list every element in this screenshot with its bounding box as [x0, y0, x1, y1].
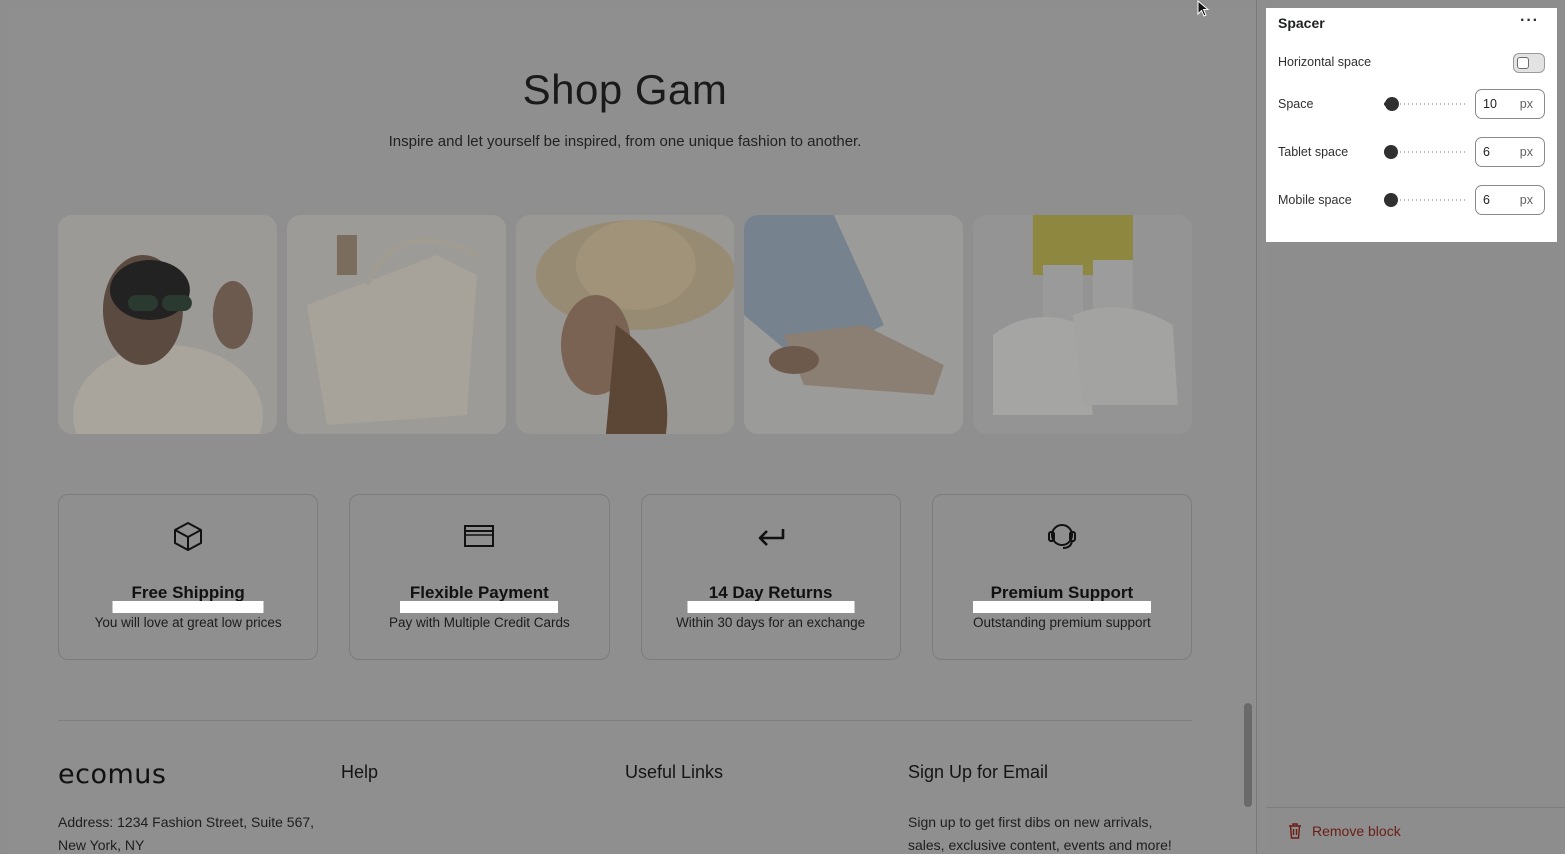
page-title: Shop Gam: [522, 66, 728, 113]
horizontal-space-label: Horizontal space: [1278, 55, 1372, 69]
box-icon: [174, 522, 203, 551]
remove-block-label: Remove block: [1312, 823, 1401, 839]
unit-label: px: [1519, 193, 1533, 207]
redaction-bar: [687, 601, 855, 613]
headset-icon: [1047, 524, 1076, 549]
credit-card-icon: [464, 525, 495, 547]
footer-address: Address: 1234 Fashion Street, Suite 567,…: [58, 811, 314, 854]
feature-title: 14 Day Returns: [708, 583, 833, 602]
footer-heading-useful-links[interactable]: Useful Links: [625, 762, 723, 783]
panel-separator: [1256, 0, 1257, 854]
tablet-space-input[interactable]: 6 px: [1475, 137, 1545, 167]
mobile-space-input[interactable]: 6 px: [1475, 185, 1545, 215]
feature-card: Premium Support Outstanding premium supp…: [931, 494, 1192, 660]
feature-title: Premium Support: [990, 583, 1134, 602]
gallery-image-handbag[interactable]: [286, 215, 506, 434]
footer-address-line: Address: 1234 Fashion Street, Suite 567,: [58, 814, 315, 830]
mobile-space-label: Mobile space: [1278, 193, 1352, 207]
feature-description: Outstanding premium support: [972, 615, 1151, 630]
horizontal-space-toggle[interactable]: [1513, 53, 1545, 73]
feature-title: Free Shipping: [131, 583, 245, 602]
more-options-icon[interactable]: ···: [1520, 12, 1539, 30]
feature-card: Flexible Payment Pay with Multiple Credi…: [349, 494, 610, 660]
panel-footer-divider: [1266, 807, 1565, 808]
footer-signup-line: sales, exclusive content, events and mor…: [908, 837, 1172, 853]
spacer-settings-card: Spacer ··· Horizontal space Space 10 px …: [1266, 8, 1557, 242]
feature-card: 14 Day Returns Within 30 days for an exc…: [640, 494, 901, 660]
feature-description: Pay with Multiple Credit Cards: [388, 615, 570, 630]
space-slider[interactable]: [1384, 96, 1466, 112]
return-arrow-icon: [758, 529, 784, 546]
space-label: Space: [1278, 97, 1314, 111]
footer-address-line: New York, NY: [58, 837, 145, 853]
gallery-image-chunky-sneakers[interactable]: [973, 215, 1192, 434]
footer-heading-help[interactable]: Help: [341, 762, 378, 783]
slider-thumb[interactable]: [1384, 145, 1398, 159]
tablet-space-slider[interactable]: [1384, 144, 1466, 160]
unit-label: px: [1519, 145, 1533, 159]
feature-description: You will love at great low prices: [94, 615, 282, 630]
trash-icon: [1289, 823, 1301, 839]
space-input[interactable]: 10 px: [1475, 89, 1545, 119]
slider-thumb[interactable]: [1384, 193, 1398, 207]
page-subtitle: Inspire and let yourself be inspired, fr…: [388, 133, 862, 150]
store-preview: Shop Gam Inspire and let yourself be ins…: [8, 8, 1256, 854]
footer-logo[interactable]: ecomus: [58, 759, 166, 790]
redaction-bar: [972, 601, 1151, 613]
slider-thumb[interactable]: [1385, 97, 1399, 111]
remove-block-button[interactable]: Remove block: [1288, 823, 1401, 839]
tablet-space-value[interactable]: 6: [1483, 145, 1490, 159]
card-title: Spacer: [1278, 15, 1325, 31]
space-value[interactable]: 10: [1483, 97, 1497, 111]
gallery-image-slip-on-shoes[interactable]: [744, 215, 964, 434]
toggle-knob: [1517, 57, 1529, 69]
feature-card: Free Shipping You will love at great low…: [58, 494, 319, 660]
mouse-cursor-icon: [1197, 0, 1209, 17]
footer-heading-signup: Sign Up for Email: [908, 762, 1049, 782]
feature-title: Flexible Payment: [409, 583, 549, 602]
footer-divider: [58, 720, 1192, 721]
unit-label: px: [1519, 97, 1533, 111]
mobile-space-slider[interactable]: [1384, 192, 1466, 208]
preview-scrollbar-thumb[interactable]: [1244, 703, 1252, 807]
footer-signup-text: Sign up to get first dibs on new arrival…: [908, 811, 1172, 854]
footer-signup-line: Sign up to get first dibs on new arrival…: [908, 814, 1153, 830]
redaction-bar: [400, 601, 559, 613]
redaction-bar: [112, 601, 264, 613]
image-gallery: [58, 215, 1192, 434]
feature-description: Within 30 days for an exchange: [676, 615, 866, 630]
tablet-space-label: Tablet space: [1278, 145, 1349, 159]
gallery-image-straw-hat[interactable]: [515, 215, 735, 434]
mobile-space-value[interactable]: 6: [1483, 193, 1490, 207]
gallery-image-sunglasses[interactable]: [58, 215, 277, 434]
feature-list: Free Shipping You will love at great low…: [58, 494, 1192, 660]
